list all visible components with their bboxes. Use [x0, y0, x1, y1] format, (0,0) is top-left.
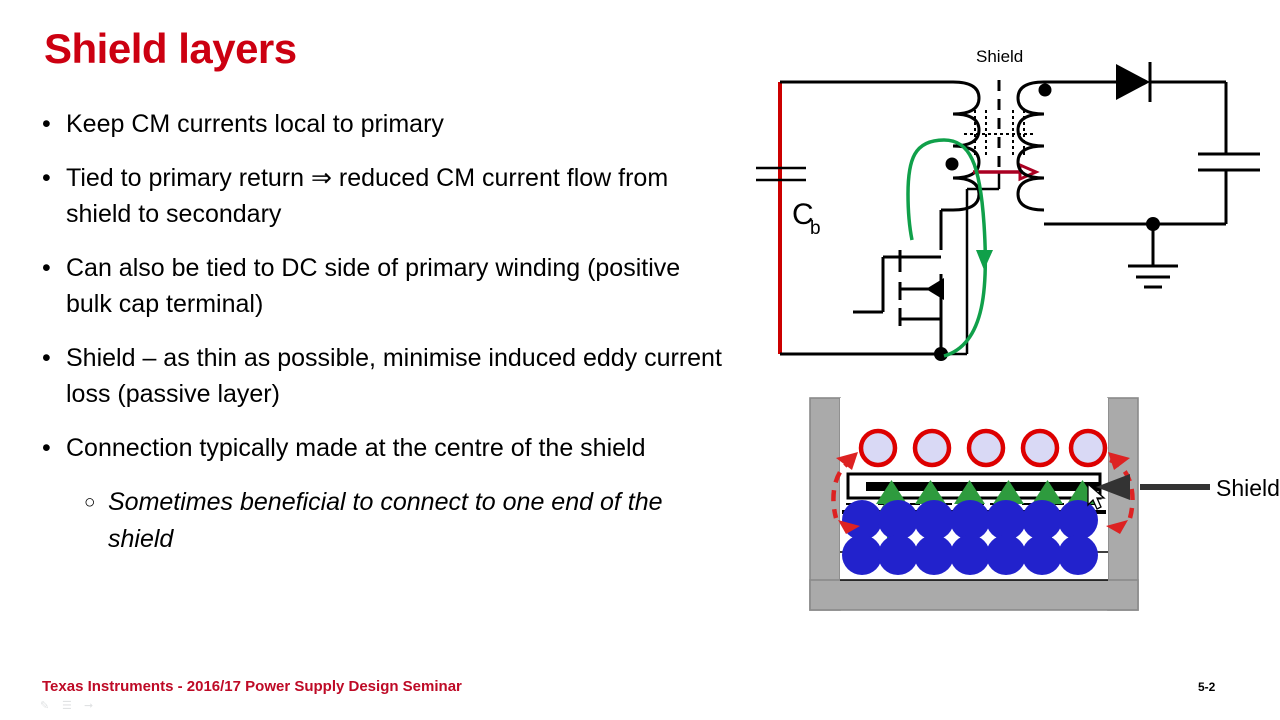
core-right-leg: [1107, 397, 1139, 611]
bullet-marker-icon: •: [42, 110, 51, 138]
primary-polarity-dot-icon: [945, 157, 959, 171]
bullet-marker-icon: •: [42, 164, 51, 192]
primary-turn: [878, 500, 918, 540]
primary-turn: [950, 535, 990, 575]
primary-turn: [1058, 500, 1098, 540]
footer-seminar-text: Texas Instruments - 2016/17 Power Supply…: [42, 678, 462, 695]
list-item: • Tied to primary return ⇒ reduced CM cu…: [42, 160, 722, 232]
secondary-turn: [966, 428, 1006, 468]
bullet-text: Keep CM currents local to primary: [66, 110, 444, 138]
bullet-text: Can also be tied to DC side of primary w…: [66, 254, 681, 318]
cm-current-loop-arrow-icon: [976, 250, 993, 270]
bullet-list: • Keep CM currents local to primary • Ti…: [42, 106, 722, 564]
sub-list-item: ○ Sometimes beneficial to connect to one…: [42, 484, 722, 558]
rectifier-diode-icon: [1116, 64, 1150, 100]
footer-toolbar-icons: ✎ ☰ ➞: [40, 700, 97, 713]
list-item: • Can also be tied to DC side of primary…: [42, 250, 722, 322]
primary-turn: [950, 500, 990, 540]
bullet-text: Connection typically made at the centre …: [66, 434, 646, 462]
winding-cross-section-diagram: Shield: [790, 392, 1280, 622]
flyback-circuit-diagram: C b Shield: [748, 44, 1268, 384]
pencil-icon[interactable]: ✎: [40, 700, 53, 713]
secondary-turn: [912, 428, 952, 468]
list-item: • Connection typically made at the centr…: [42, 430, 722, 466]
sub-bullet-marker-icon: ○: [84, 492, 96, 513]
primary-turn: [986, 535, 1026, 575]
list-item: • Shield – as thin as possible, minimise…: [42, 340, 722, 412]
primary-turn: [1022, 535, 1062, 575]
shield-conductor-bar: [866, 482, 1100, 491]
primary-turn: [986, 500, 1026, 540]
notes-icon[interactable]: ☰: [62, 700, 75, 713]
secondary-polarity-dot-icon: [1038, 83, 1052, 97]
sub-bullet-text: Sometimes beneficial to connect to one e…: [108, 488, 663, 553]
page-title: Shield layers: [44, 25, 297, 72]
bullet-text: Shield – as thin as possible, minimise i…: [66, 344, 722, 408]
next-arrow-icon[interactable]: ➞: [84, 700, 97, 713]
bulk-cap-sublabel: b: [810, 218, 821, 239]
primary-turn: [842, 535, 882, 575]
secondary-winding-coil: [1016, 80, 1045, 212]
secondary-turn: [858, 428, 898, 468]
primary-turn: [914, 500, 954, 540]
shield-label-circuit: Shield: [976, 47, 1023, 66]
shield-label-winding: Shield: [1216, 475, 1280, 501]
page-number: 5-2: [1198, 680, 1216, 694]
winding-svg: Shield: [809, 397, 1280, 611]
secondary-turn: [1068, 428, 1108, 468]
bullet-text: Tied to primary return ⇒ reduced CM curr…: [66, 164, 669, 228]
bullet-marker-icon: •: [42, 254, 51, 282]
circuit-svg: C b Shield: [756, 47, 1260, 361]
primary-turn: [914, 535, 954, 575]
primary-turn: [878, 535, 918, 575]
bullet-marker-icon: •: [42, 434, 51, 462]
secondary-turn: [1020, 428, 1060, 468]
primary-turn: [842, 500, 882, 540]
core-bottom-yoke: [809, 579, 1139, 611]
list-item: • Keep CM currents local to primary: [42, 106, 722, 142]
bullet-marker-icon: •: [42, 344, 51, 372]
core-left-leg: [809, 397, 841, 611]
primary-turn: [1058, 535, 1098, 575]
primary-turn: [1022, 500, 1062, 540]
